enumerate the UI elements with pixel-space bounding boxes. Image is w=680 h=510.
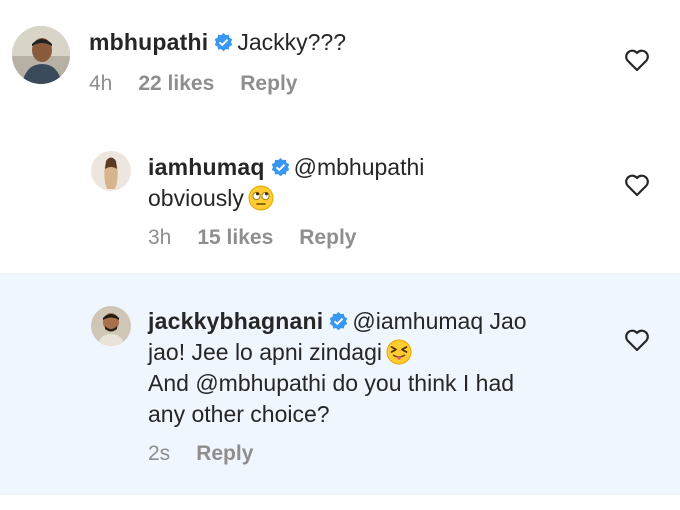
comment-text: And @mbhupathi do you think I had [148,370,515,396]
username[interactable]: jackkybhagnani [148,308,323,334]
timestamp: 4h [89,72,113,95]
comment-text: Jao [489,308,527,334]
comment-meta: 4h 22 likes Reply [89,72,323,96]
timestamp: 2s [148,442,171,465]
username[interactable]: mbhupathi [89,29,208,55]
mention-link[interactable]: @iamhumaq [352,308,483,334]
verified-badge-icon [271,158,289,177]
comment-body: iamhumaq @mbhupathi obviously [148,152,424,214]
avatar[interactable] [12,26,70,84]
comment-text: any other choice? [148,401,330,427]
avatar[interactable] [91,306,131,346]
comment-body: mbhupathi Jackky??? [89,27,346,58]
username[interactable]: iamhumaq [148,154,265,180]
comment-iamhumaq: iamhumaq @mbhupathi obviously 3h 15 likes R… [0,125,680,273]
heart-outline-icon[interactable] [624,48,650,72]
timestamp: 3h [148,226,172,249]
comment-meta: 3h 15 likes Reply [148,226,382,250]
comment-text: Jackky??? [237,29,347,55]
reply-button[interactable]: Reply [299,226,356,249]
heart-outline-icon[interactable] [624,328,650,352]
comment-text: obviously [148,185,244,211]
avatar[interactable] [91,151,131,191]
likes-count[interactable]: 15 likes [197,226,273,249]
reply-button[interactable]: Reply [240,72,297,95]
reply-button[interactable]: Reply [196,442,253,465]
bottom-divider [0,495,680,510]
heart-outline-icon[interactable] [624,173,650,197]
comment-text: jao! Jee lo apni zindagi [148,339,382,365]
verified-badge-icon [330,312,348,331]
comment-meta: 2s Reply [148,442,279,466]
verified-badge-icon [215,33,233,52]
comment-jackkybhagnani: jackkybhagnani @iamhumaq Jao jao! Jee lo … [0,273,680,495]
mention-link[interactable]: @mbhupathi [294,154,425,180]
comment-mbhupathi: mbhupathi Jackky??? 4h 22 likes Reply [0,0,680,125]
comment-body: jackkybhagnani @iamhumaq Jao jao! Jee lo … [148,306,527,430]
tongue-out-wink-emoji-icon [386,339,412,365]
likes-count[interactable]: 22 likes [138,72,214,95]
eye-roll-emoji-icon [248,185,274,211]
